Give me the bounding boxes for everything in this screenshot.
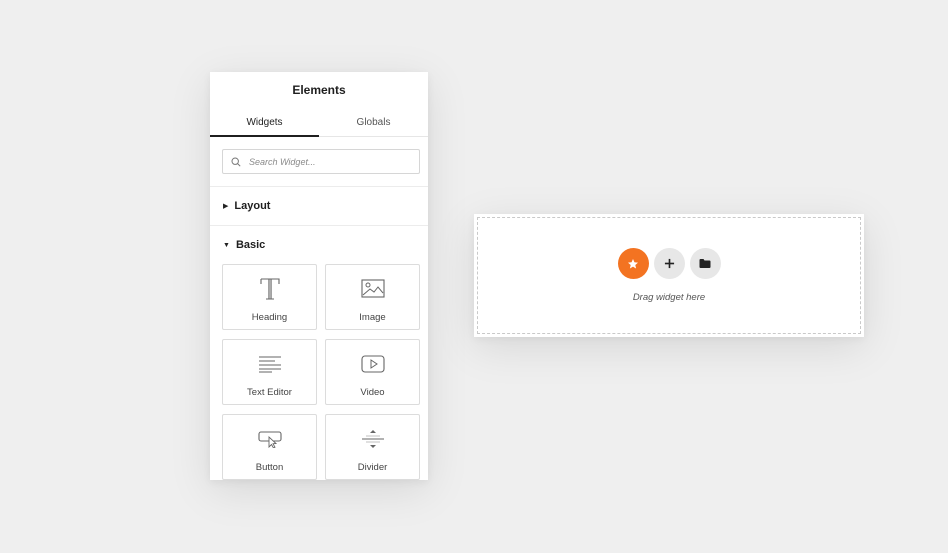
section-layout-label: Layout bbox=[234, 200, 271, 212]
text-editor-icon bbox=[258, 350, 282, 378]
search-icon bbox=[231, 156, 241, 167]
button-icon bbox=[257, 425, 282, 453]
search-container bbox=[210, 137, 428, 187]
search-input[interactable] bbox=[247, 155, 411, 168]
tab-widgets[interactable]: Widgets bbox=[210, 108, 319, 137]
widget-video-label: Video bbox=[360, 387, 385, 398]
widget-heading[interactable]: Heading bbox=[222, 264, 317, 330]
tab-globals[interactable]: Globals bbox=[319, 108, 428, 136]
folder-icon bbox=[699, 259, 711, 268]
section-layout[interactable]: ▶ Layout bbox=[210, 187, 428, 226]
widget-text-editor[interactable]: Text Editor bbox=[222, 339, 317, 405]
elements-panel: Elements Widgets Globals ▶ Layout ▼ Basi… bbox=[210, 72, 428, 480]
section-basic-label: Basic bbox=[235, 239, 266, 251]
panel-title: Elements bbox=[292, 83, 346, 97]
template-library-button[interactable] bbox=[689, 248, 721, 279]
image-icon bbox=[360, 275, 385, 303]
divider-icon bbox=[361, 425, 385, 453]
plus-icon bbox=[664, 258, 674, 269]
widget-button-label: Button bbox=[255, 462, 284, 473]
add-template-button[interactable] bbox=[617, 248, 649, 279]
widget-video[interactable]: Video bbox=[325, 339, 420, 405]
drop-area[interactable]: Drag widget here bbox=[474, 214, 864, 337]
widget-image[interactable]: Image bbox=[325, 264, 420, 330]
add-section-button[interactable] bbox=[653, 248, 685, 279]
widget-grid: Heading Image Text Editor Video Button D… bbox=[210, 264, 428, 480]
caret-down-icon: ▼ bbox=[223, 241, 230, 249]
star-icon bbox=[628, 258, 638, 268]
search-box bbox=[222, 149, 420, 174]
section-basic[interactable]: ▼ Basic bbox=[210, 226, 428, 264]
panel-tabs: Widgets Globals bbox=[210, 108, 428, 137]
drag-widget-hint: Drag widget here bbox=[632, 292, 706, 303]
drop-area-buttons bbox=[474, 248, 864, 279]
video-icon bbox=[360, 350, 385, 378]
widget-divider-label: Divider bbox=[357, 462, 388, 473]
widget-divider[interactable]: Divider bbox=[325, 414, 420, 480]
heading-icon bbox=[259, 275, 281, 303]
widget-button[interactable]: Button bbox=[222, 414, 317, 480]
widget-text-editor-label: Text Editor bbox=[247, 387, 292, 398]
caret-right-icon: ▶ bbox=[223, 203, 229, 210]
widget-image-label: Image bbox=[359, 312, 386, 323]
widget-heading-label: Heading bbox=[251, 312, 288, 323]
